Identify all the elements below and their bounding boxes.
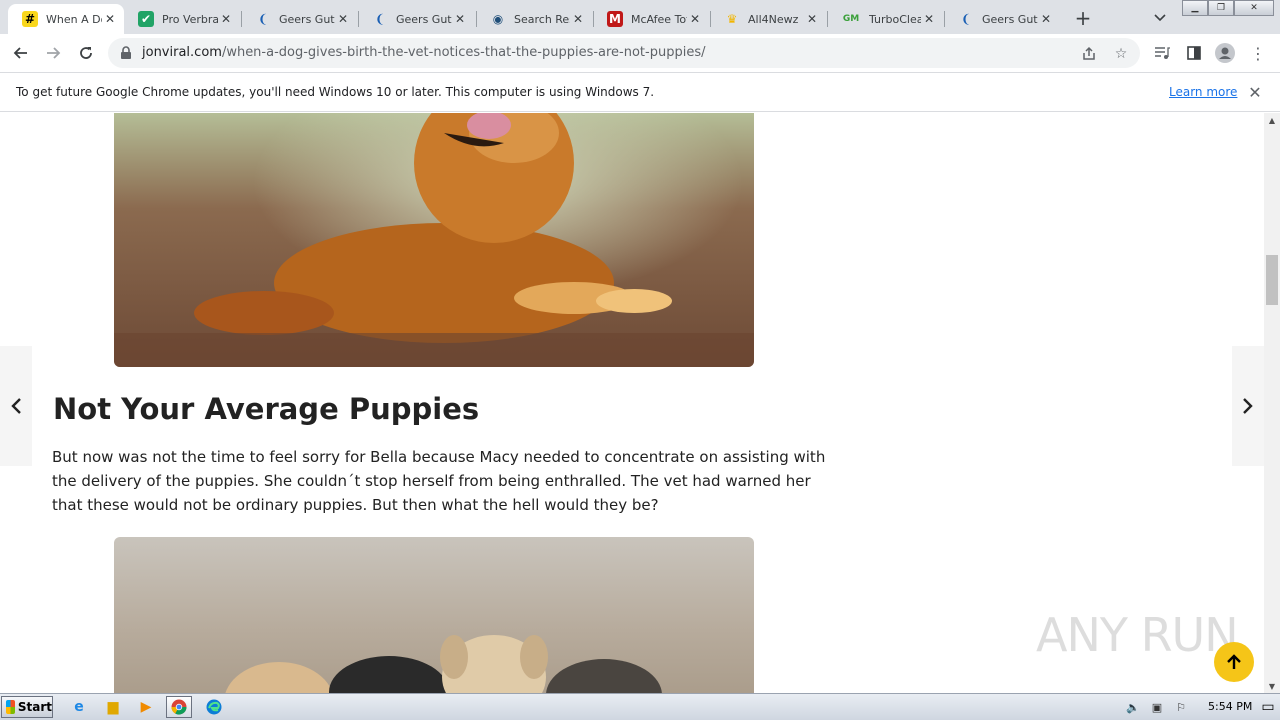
windows-flag-icon — [6, 700, 15, 714]
tab-title: Geers Gutschein — [396, 12, 452, 26]
internet-explorer-icon[interactable]: e — [66, 696, 92, 718]
close-icon[interactable]: ✕ — [687, 11, 703, 27]
hash-icon: # — [22, 11, 38, 27]
forward-arrow-icon[interactable] — [42, 42, 64, 64]
close-icon[interactable]: ✕ — [452, 11, 468, 27]
address-bar[interactable]: jonviral.com/when-a-dog-gives-birth-the-… — [108, 38, 1140, 68]
network-icon[interactable]: ▣ — [1148, 698, 1166, 716]
taskbar-clock[interactable]: 5:54 PM — [1208, 700, 1252, 713]
close-icon[interactable]: ✕ — [218, 11, 234, 27]
mcafee-shield-icon: M — [607, 11, 623, 27]
profile-avatar-icon[interactable] — [1214, 42, 1236, 64]
ear-icon: ❨ — [960, 12, 972, 26]
tab-title: Search Results — [514, 12, 570, 26]
system-tray: 🔈 ▣ ⚐ — [1124, 696, 1280, 718]
update-infobar: To get future Google Chrome updates, you… — [0, 72, 1280, 112]
tab-title: Geers Gutschein — [982, 12, 1038, 26]
share-icon[interactable] — [1080, 45, 1098, 63]
ear-icon: ❨ — [257, 12, 269, 26]
ear-icon: ❨ — [374, 12, 386, 26]
star-bookmark-icon[interactable]: ☆ — [1112, 45, 1130, 63]
show-desktop-icon[interactable]: ▭ — [1258, 696, 1278, 718]
tab-7[interactable]: GM TurboCleaner ✕ — [827, 4, 943, 34]
media-control-icon[interactable] — [1151, 42, 1173, 64]
chevron-right-icon — [1243, 398, 1253, 414]
chrome-icon[interactable] — [166, 696, 192, 718]
tab-5[interactable]: M McAfee Total Protection ✕ — [593, 4, 709, 34]
infobar-message: To get future Google Chrome updates, you… — [16, 85, 655, 99]
chevron-down-icon[interactable] — [1150, 8, 1170, 28]
tab-title: All4Newz — [748, 12, 799, 26]
url-text: jonviral.com/when-a-dog-gives-birth-the-… — [142, 45, 705, 60]
tab-3[interactable]: ❨ Geers Gutschein ✕ — [358, 4, 474, 34]
close-icon[interactable]: ✕ — [102, 11, 118, 27]
restore-icon[interactable]: ❐ — [1208, 0, 1234, 16]
tab-6[interactable]: ♛ All4Newz ✕ — [710, 4, 826, 34]
tab-2[interactable]: ❨ Geers Gutschein ✕ — [241, 4, 357, 34]
close-icon[interactable]: ✕ — [921, 11, 937, 27]
scroll-to-top-button[interactable] — [1214, 642, 1254, 682]
start-button[interactable]: Start — [1, 696, 53, 718]
tab-1[interactable]: ✔ Pro Verbrauch ✕ — [124, 4, 240, 34]
close-icon[interactable]: ✕ — [1038, 11, 1054, 27]
close-window-icon[interactable]: ✕ — [1234, 0, 1274, 16]
tab-title: TurboCleaner — [869, 12, 921, 26]
tab-title: McAfee Total Protection — [631, 12, 687, 26]
article-paragraph: But now was not the time to feel sorry f… — [52, 448, 826, 514]
browser-toolbar: jonviral.com/when-a-dog-gives-birth-the-… — [0, 34, 1280, 72]
scroll-up-icon[interactable]: ▲ — [1264, 113, 1280, 127]
tab-strip: # When A Dog Gives Birth ✕ ✔ Pro Verbrau… — [0, 0, 1280, 34]
scroll-down-icon[interactable]: ▼ — [1264, 679, 1280, 693]
kebab-menu-icon[interactable]: ⋮ — [1247, 42, 1269, 64]
tab-title: Pro Verbrauch — [162, 12, 218, 26]
puppies-illustration — [225, 635, 662, 693]
gm-icon: GM — [842, 14, 860, 24]
windows-taskbar: Start e ▆ ▶ 🔈 ▣ ⚐ 5:54 PM ▭ — [0, 693, 1280, 720]
folder-icon[interactable]: ▆ — [100, 696, 126, 718]
back-arrow-icon[interactable] — [10, 42, 32, 64]
tab-title: When A Dog Gives Birth — [46, 12, 102, 26]
scrollbar-thumb[interactable] — [1266, 255, 1278, 305]
tab-4[interactable]: ◉ Search Results ✕ — [476, 4, 592, 34]
anyrun-watermark: ANY RUN — [1036, 608, 1239, 662]
tab-8[interactable]: ❨ Geers Gutschein ✕ — [944, 4, 1060, 34]
arrow-up-icon — [1227, 654, 1241, 669]
volume-icon[interactable]: 🔈 — [1124, 698, 1142, 716]
golden-retriever-illustration — [114, 113, 754, 367]
page-content: Not Your Average Puppies But now was not… — [0, 113, 1264, 693]
side-panel-icon[interactable] — [1183, 42, 1205, 64]
search-globe-icon: ◉ — [492, 12, 504, 26]
close-icon[interactable]: ✕ — [335, 11, 351, 27]
tab-title: Geers Gutschein — [279, 12, 335, 26]
crown-icon: ♛ — [726, 12, 738, 26]
edge-icon[interactable] — [201, 696, 227, 718]
article-heading: Not Your Average Puppies — [53, 392, 480, 426]
media-player-icon[interactable]: ▶ — [133, 696, 159, 718]
close-icon[interactable]: ✕ — [804, 11, 820, 27]
tab-0[interactable]: # When A Dog Gives Birth ✕ — [8, 4, 124, 34]
vertical-scrollbar[interactable]: ▲ ▼ — [1264, 113, 1280, 693]
close-icon[interactable]: ✕ — [570, 11, 586, 27]
url-path: /when-a-dog-gives-birth-the-vet-notices-… — [221, 45, 706, 60]
url-domain: jonviral.com — [142, 45, 222, 60]
learn-more-link[interactable]: Learn more — [1169, 85, 1237, 99]
lock-icon[interactable] — [118, 45, 134, 61]
chevron-left-icon — [11, 398, 21, 414]
new-tab-icon[interactable]: + — [1071, 6, 1095, 30]
previous-article-button[interactable] — [0, 346, 32, 466]
puppies-image — [114, 537, 754, 693]
shield-check-icon: ✔ — [138, 11, 154, 27]
start-label: Start — [17, 700, 52, 714]
action-center-flag-icon[interactable]: ⚐ — [1172, 698, 1190, 716]
close-icon[interactable]: ✕ — [1246, 83, 1264, 102]
next-article-button[interactable] — [1232, 346, 1264, 466]
reload-icon[interactable] — [75, 42, 97, 64]
minimize-icon[interactable]: ▁ — [1182, 0, 1208, 16]
golden-retriever-image — [114, 113, 754, 367]
